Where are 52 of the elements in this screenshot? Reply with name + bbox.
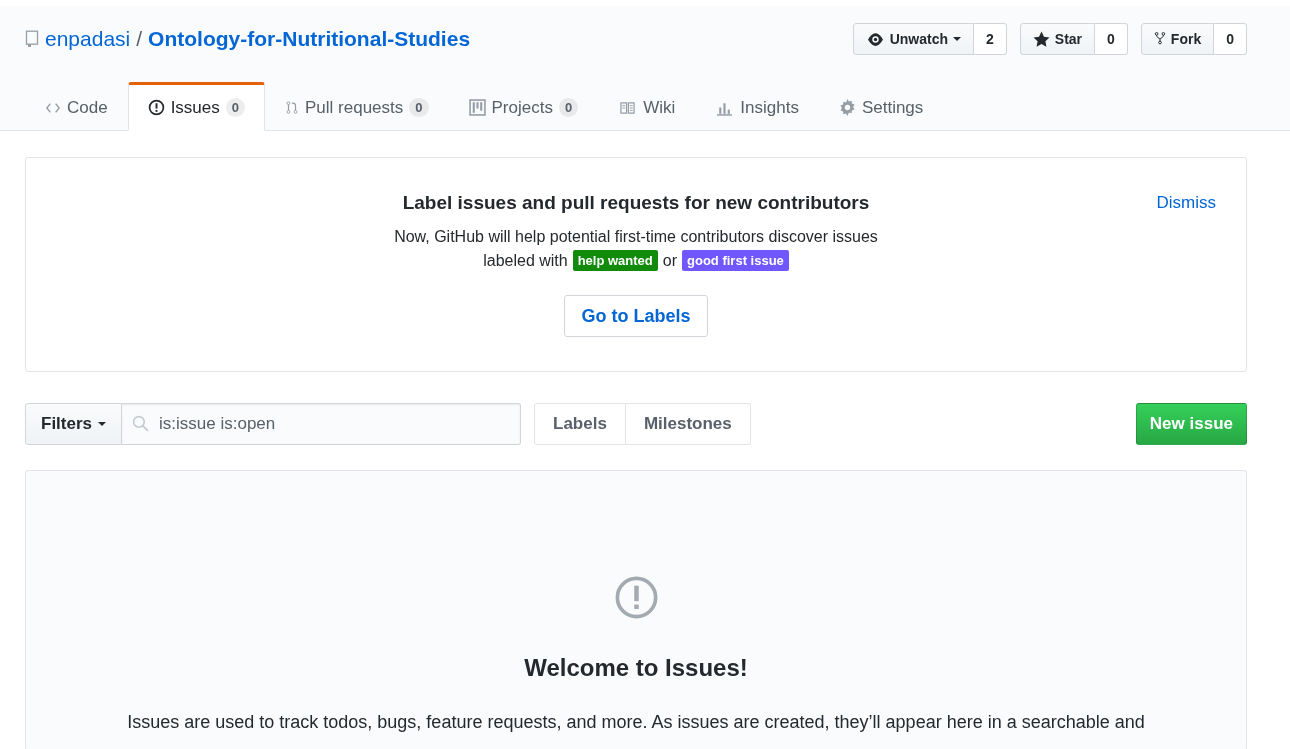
repo-name-link[interactable]: Ontology-for-Nutritional-Studies [148, 27, 471, 51]
nav-tab[interactable]: Pull requests 0 [265, 82, 449, 131]
banner-text: Now, GitHub will help potential first-time contributors discover issues [394, 227, 878, 247]
tab-label: Issues [170, 97, 220, 118]
fork-button[interactable]: Fork [1140, 23, 1215, 55]
caret-icon [98, 422, 107, 426]
star-button[interactable]: Star [1019, 23, 1096, 55]
count-badge: 0 [558, 98, 579, 117]
issue-icon [147, 99, 165, 116]
settings-icon [838, 99, 856, 116]
blankslate-text: Issues are used to track todos, bugs, feature requests, and more. As issues are created, they’ll appear here in a searchable and [127, 712, 1145, 733]
search-field[interactable]: is:issue is:open [122, 403, 522, 445]
watch-count[interactable]: 2 [974, 23, 1007, 55]
repo-owner-link[interactable]: enpadasi [45, 27, 131, 51]
tab-label: Code [67, 97, 108, 118]
issue-icon [613, 575, 659, 620]
issue-label[interactable]: help wanted [572, 250, 658, 271]
filters-dropdown[interactable]: Filters [25, 403, 123, 445]
issue-label[interactable]: good first issue [682, 250, 789, 271]
nav-tab[interactable]: Code [25, 82, 128, 131]
blankslate-title: Welcome to Issues! [524, 654, 748, 682]
nav-button[interactable]: Milestones [625, 403, 751, 445]
nav-tab[interactable]: Settings [818, 82, 944, 131]
tab-label: Insights [740, 97, 799, 118]
count-badge: 0 [409, 98, 429, 117]
nav-tab[interactable]: Wiki [598, 82, 696, 131]
go-to-labels-button[interactable]: Go to Labels [564, 295, 708, 337]
tab-label: Projects [491, 97, 553, 118]
caret-icon [953, 37, 962, 41]
count-badge: 0 [225, 98, 245, 117]
nav-tab[interactable]: Issues 0 [127, 82, 265, 131]
tab-label: Pull requests [305, 97, 404, 118]
watch-button[interactable]: Unwatch [852, 23, 975, 55]
fork-count[interactable]: 0 [1214, 23, 1247, 55]
tab-label: Settings [861, 97, 924, 118]
search-icon [132, 415, 150, 432]
nav-button[interactable]: Labels [534, 403, 626, 445]
star-icon [1032, 30, 1050, 48]
banner-title: Label issues and pull requests for new contributors [402, 192, 870, 214]
nav-tab[interactable]: Projects 0 [448, 82, 599, 131]
dismiss-link[interactable]: Dismiss [1156, 193, 1216, 213]
nav-tab[interactable]: Insights [695, 82, 819, 131]
banner-text: or [662, 251, 678, 270]
book-icon [618, 100, 638, 115]
path-separator: / [136, 27, 143, 51]
eye-icon [865, 30, 885, 48]
star-count[interactable]: 0 [1095, 23, 1128, 55]
project-board-icon [468, 99, 486, 116]
banner-text: labeled with [483, 251, 568, 270]
tab-label: Wiki [643, 97, 676, 118]
repository-icon [25, 30, 39, 48]
pull-request-icon [285, 99, 299, 116]
